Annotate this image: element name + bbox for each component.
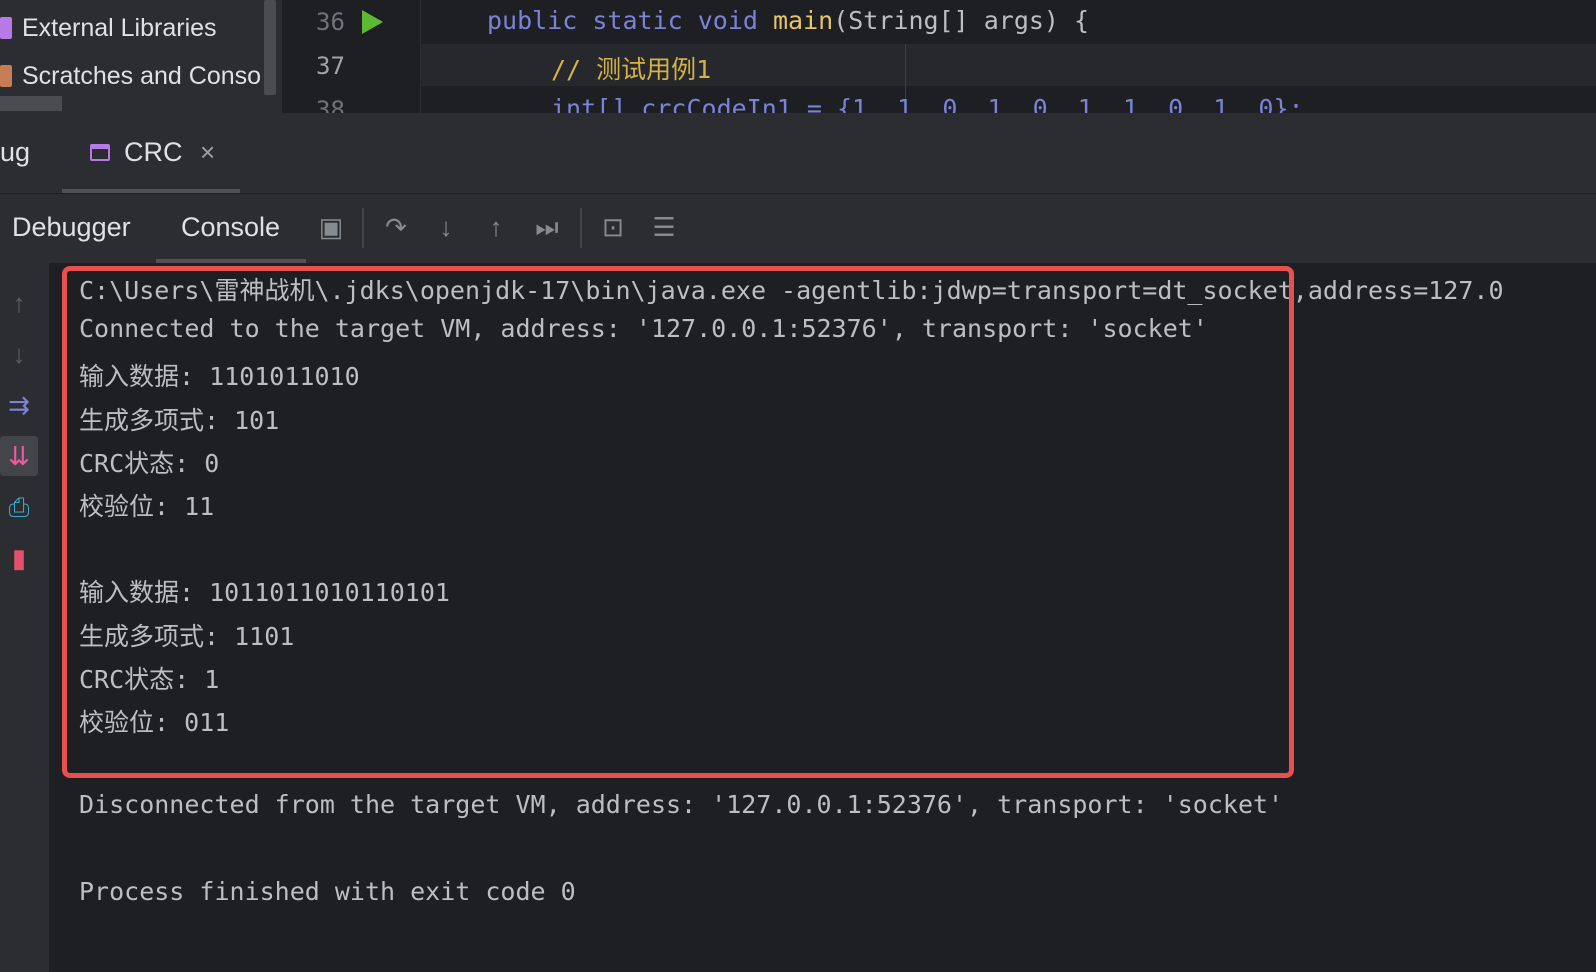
line-number: 37 — [316, 52, 345, 80]
tree-vertical-scrollbar[interactable] — [264, 0, 276, 95]
code-line: // 测试用例1 — [551, 50, 711, 86]
highlight-annotation-box — [62, 266, 1294, 778]
scratches-icon — [0, 65, 12, 87]
step-out-icon[interactable]: ↑ — [481, 212, 511, 242]
tab-crc[interactable]: CRC × — [62, 117, 240, 193]
tool-window-title[interactable]: ug — [0, 137, 30, 168]
code-comment: // — [551, 55, 597, 84]
line-number: 36 — [316, 8, 345, 36]
step-into-icon[interactable]: ↓ — [431, 212, 461, 242]
soft-wrap-icon[interactable]: ⇉ — [0, 385, 38, 425]
run-to-cursor-icon[interactable]: ⏭ — [532, 212, 562, 242]
step-over-icon[interactable]: ↷ — [381, 212, 411, 242]
tab-underline — [62, 189, 240, 193]
trash-icon[interactable]: ▮ — [0, 538, 38, 578]
tree-item-scratches[interactable]: Scratches and Conso — [0, 56, 261, 96]
tab-label: CRC — [124, 137, 183, 167]
toolbar-divider — [580, 208, 582, 248]
tree-item-label: External Libraries — [22, 13, 217, 42]
console-line: Disconnected from the target VM, address… — [79, 790, 1284, 819]
threads-icon[interactable]: ☰ — [649, 212, 679, 242]
code-method: main — [772, 6, 834, 35]
tab-debugger[interactable]: Debugger — [12, 212, 131, 243]
toolbar-divider — [362, 208, 364, 248]
tree-item-label: Scratches and Conso — [22, 61, 262, 90]
library-icon — [0, 17, 12, 39]
tab-console[interactable]: Console — [181, 212, 280, 243]
run-gutter-icon[interactable] — [362, 10, 383, 34]
tree-item-external-libraries[interactable]: External Libraries — [0, 8, 217, 48]
debug-tool-window-header: ug CRC × — [0, 117, 1596, 194]
evaluate-icon[interactable]: ⊡ — [598, 212, 628, 242]
layout-icon[interactable]: ▣ — [316, 212, 346, 242]
console-line: Process finished with exit code 0 — [79, 877, 576, 906]
up-arrow-icon[interactable]: ↑ — [0, 283, 38, 323]
application-icon — [90, 144, 110, 161]
code-keyword: public static void — [487, 6, 773, 35]
scroll-to-end-icon[interactable]: ⇊ — [0, 436, 38, 476]
code-editor[interactable]: public static void main(String[] args) {… — [421, 0, 1596, 113]
code-line: int[] crcCodeIn1 = {1, 1, 0, 1, 0, 1, 1,… — [551, 94, 1304, 113]
code-text: (String[] args) { — [833, 6, 1090, 35]
tree-horizontal-scrollbar[interactable] — [0, 96, 62, 111]
debugger-toolbar: Debugger Console ▣ ↷ ↓ ↑ ⏭ ⊡ ☰ — [0, 194, 1596, 263]
print-icon[interactable]: ⎙ — [0, 487, 38, 527]
console-side-toolbar: ↑ ↓ ⇉ ⇊ ⎙ ▮ — [0, 263, 49, 972]
code-comment: 测试用例1 — [596, 55, 712, 84]
code-line: public static void main(String[] args) { — [487, 6, 1089, 35]
editor-gutter: 36 37 38 — [282, 0, 421, 124]
close-icon[interactable]: × — [200, 137, 215, 168]
project-tree: External Libraries Scratches and Conso — [0, 0, 282, 113]
down-arrow-icon[interactable]: ↓ — [0, 334, 38, 374]
